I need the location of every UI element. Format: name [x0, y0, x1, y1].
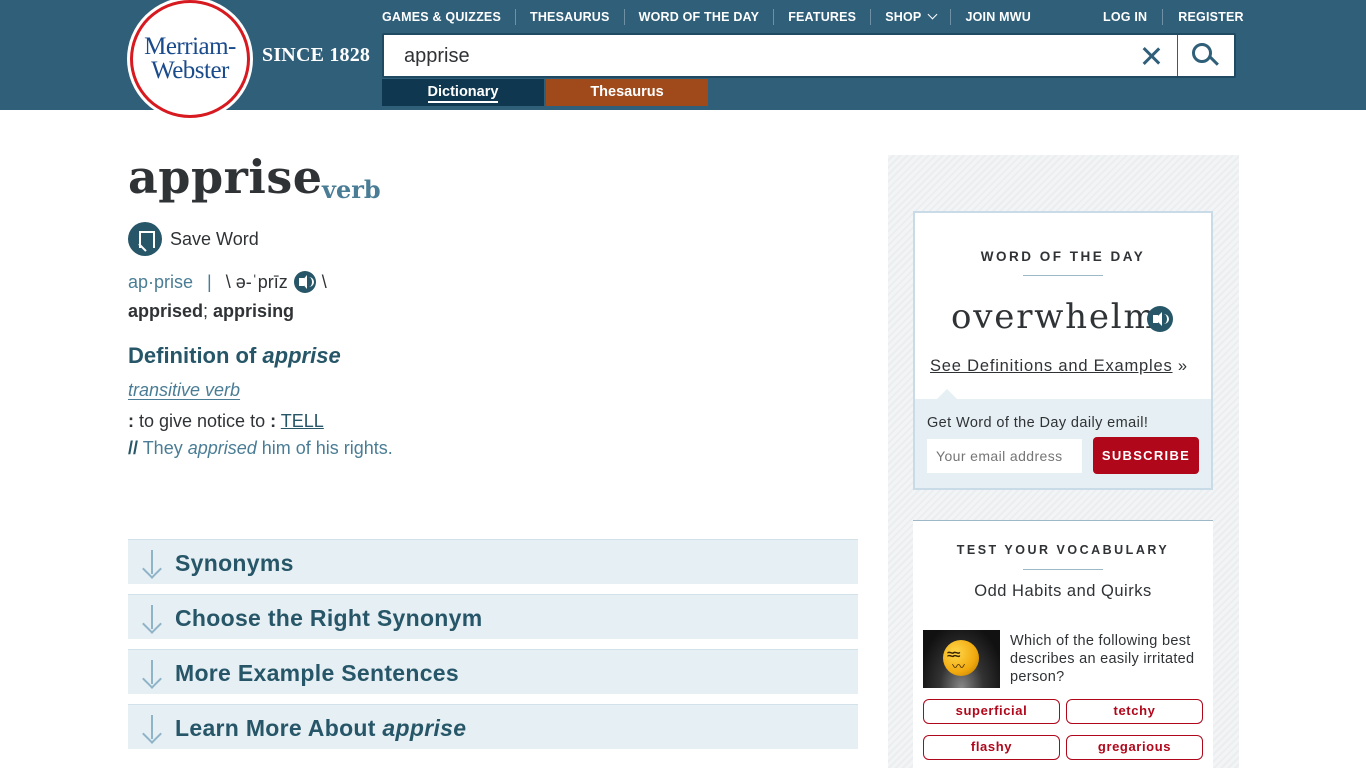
inflection-past: apprised [128, 301, 204, 321]
top-navigation: GAMES & QUIZZES THESAURUS WORD OF THE DA… [382, 9, 1045, 25]
nav-shop[interactable]: SHOP [871, 9, 952, 25]
example-before: They [138, 438, 188, 458]
sense-colon-2: : [270, 411, 277, 431]
email-field[interactable] [927, 439, 1082, 473]
login-link[interactable]: LOG IN [1100, 9, 1164, 25]
nav-thesaurus[interactable]: THESAURUS [516, 9, 625, 25]
site-header: Merriam- Webster SINCE 1828 GAMES & QUIZ… [0, 0, 1366, 118]
quiz-question: Which of the following best describes an… [1010, 633, 1195, 685]
pron-separator: | [207, 271, 212, 292]
syllables: ap·prise [128, 271, 194, 292]
example-after: him of his rights. [256, 438, 393, 458]
wotd-title: WORD OF THE DAY [980, 249, 1146, 264]
example-marker: // [128, 438, 139, 458]
word-of-the-day-widget: WORD OF THE DAY overwhelm See Definition… [913, 211, 1213, 490]
wotd-link-row: See Definitions and Examples » [930, 357, 1188, 376]
wotd-word[interactable]: overwhelm [951, 297, 1158, 337]
accordion-more-examples[interactable]: More Example Sentences [128, 649, 858, 694]
audio-icon[interactable] [1147, 306, 1173, 332]
sense: : to give notice to : TELL [128, 411, 324, 432]
example-italic: apprised [187, 438, 257, 458]
pronunciation-row: ap·prise | \ ə-ˈprīz \ [128, 271, 327, 293]
wotd-link-suffix: » [1172, 357, 1188, 375]
quiz-option[interactable]: gregarious [1066, 735, 1203, 760]
arrow-down-icon [142, 660, 162, 686]
inflections: apprised; apprising [128, 301, 294, 322]
accordion-learn-word: apprise [382, 715, 467, 741]
nav-games-quizzes[interactable]: GAMES & QUIZZES [382, 9, 516, 25]
accordion-examples-label: More Example Sentences [175, 660, 459, 686]
headword: apprise [128, 150, 323, 204]
vocab-title: TEST YOUR VOCABULARY [956, 543, 1170, 557]
logo-text-line1: Merriam- [144, 33, 236, 60]
inflection-separator: ; [203, 301, 214, 321]
tab-dictionary[interactable]: Dictionary [382, 79, 544, 106]
inflection-present-participle: apprising [213, 301, 295, 321]
chevron-down-icon [928, 9, 938, 20]
synonym-link-tell[interactable]: TELL [281, 411, 324, 431]
definition-heading: Definition of apprise [128, 343, 341, 369]
audio-icon[interactable] [293, 271, 316, 293]
arrow-down-icon [142, 605, 162, 631]
tab-dictionary-label: Dictionary [427, 84, 499, 103]
nav-features[interactable]: FEATURES [774, 9, 872, 25]
search-input[interactable] [404, 45, 1104, 68]
accordion-synonyms[interactable]: Synonyms [128, 539, 858, 584]
register-link[interactable]: REGISTER [1163, 9, 1244, 25]
vocabulary-quiz-widget: TEST YOUR VOCABULARY Odd Habits and Quir… [913, 520, 1213, 768]
accordion-choose-label: Choose the Right Synonym [175, 605, 483, 631]
quiz-image[interactable] [923, 630, 1000, 688]
quiz-option[interactable]: superficial [923, 699, 1060, 724]
arrow-down-icon [142, 550, 162, 576]
email-signup-label: Get Word of the Day daily email! [927, 415, 1149, 431]
part-of-speech[interactable]: verb [322, 175, 381, 204]
accordion-learn-label: Learn More About apprise [175, 715, 466, 742]
accordion-synonyms-label: Synonyms [175, 550, 294, 576]
quiz-option[interactable]: tetchy [1066, 699, 1203, 724]
search-divider [1177, 35, 1178, 76]
example-sentence: // They apprised him of his rights. [128, 438, 393, 459]
nav-join-mwu[interactable]: JOIN MWU [951, 9, 1045, 25]
save-word-button[interactable]: Save Word [170, 229, 259, 250]
arrow-down-icon [142, 715, 162, 741]
wotd-divider [1023, 275, 1103, 276]
quiz-name[interactable]: Odd Habits and Quirks [913, 582, 1213, 601]
see-definitions-link[interactable]: See Definitions and Examples [930, 357, 1173, 375]
clear-search-icon[interactable] [1140, 45, 1162, 67]
logo-text-line2: Webster [151, 57, 229, 84]
nav-word-of-the-day[interactable]: WORD OF THE DAY [625, 9, 775, 25]
since-1828-tagline: SINCE 1828 [262, 44, 371, 66]
auth-navigation: LOG IN REGISTER [1100, 9, 1244, 25]
accordion-learn-prefix: Learn More About [175, 715, 383, 741]
bookmark-icon[interactable] [128, 222, 162, 256]
pronunciation: \ ə-ˈprīz [225, 271, 288, 292]
accordion-learn-more[interactable]: Learn More About apprise [128, 704, 858, 749]
accordion-choose-right-synonym[interactable]: Choose the Right Synonym [128, 594, 858, 639]
function-label[interactable]: transitive verb [128, 380, 240, 401]
quiz-option[interactable]: flashy [923, 735, 1060, 760]
pronunciation-close: \ [321, 271, 327, 292]
nav-shop-label: SHOP [885, 10, 922, 24]
wotd-email-signup: Get Word of the Day daily email! SUBSCRI… [915, 389, 1211, 488]
sense-text: to give notice to [134, 411, 271, 431]
vocab-divider [1023, 569, 1103, 570]
merriam-webster-logo[interactable]: Merriam- Webster [130, 0, 250, 118]
search-bar [382, 33, 1236, 78]
definition-heading-prefix: Definition of [128, 343, 263, 368]
tab-thesaurus[interactable]: Thesaurus [546, 79, 708, 106]
definition-heading-word: apprise [262, 343, 341, 368]
search-icon[interactable] [1190, 41, 1220, 71]
subscribe-button[interactable]: SUBSCRIBE [1093, 437, 1199, 474]
